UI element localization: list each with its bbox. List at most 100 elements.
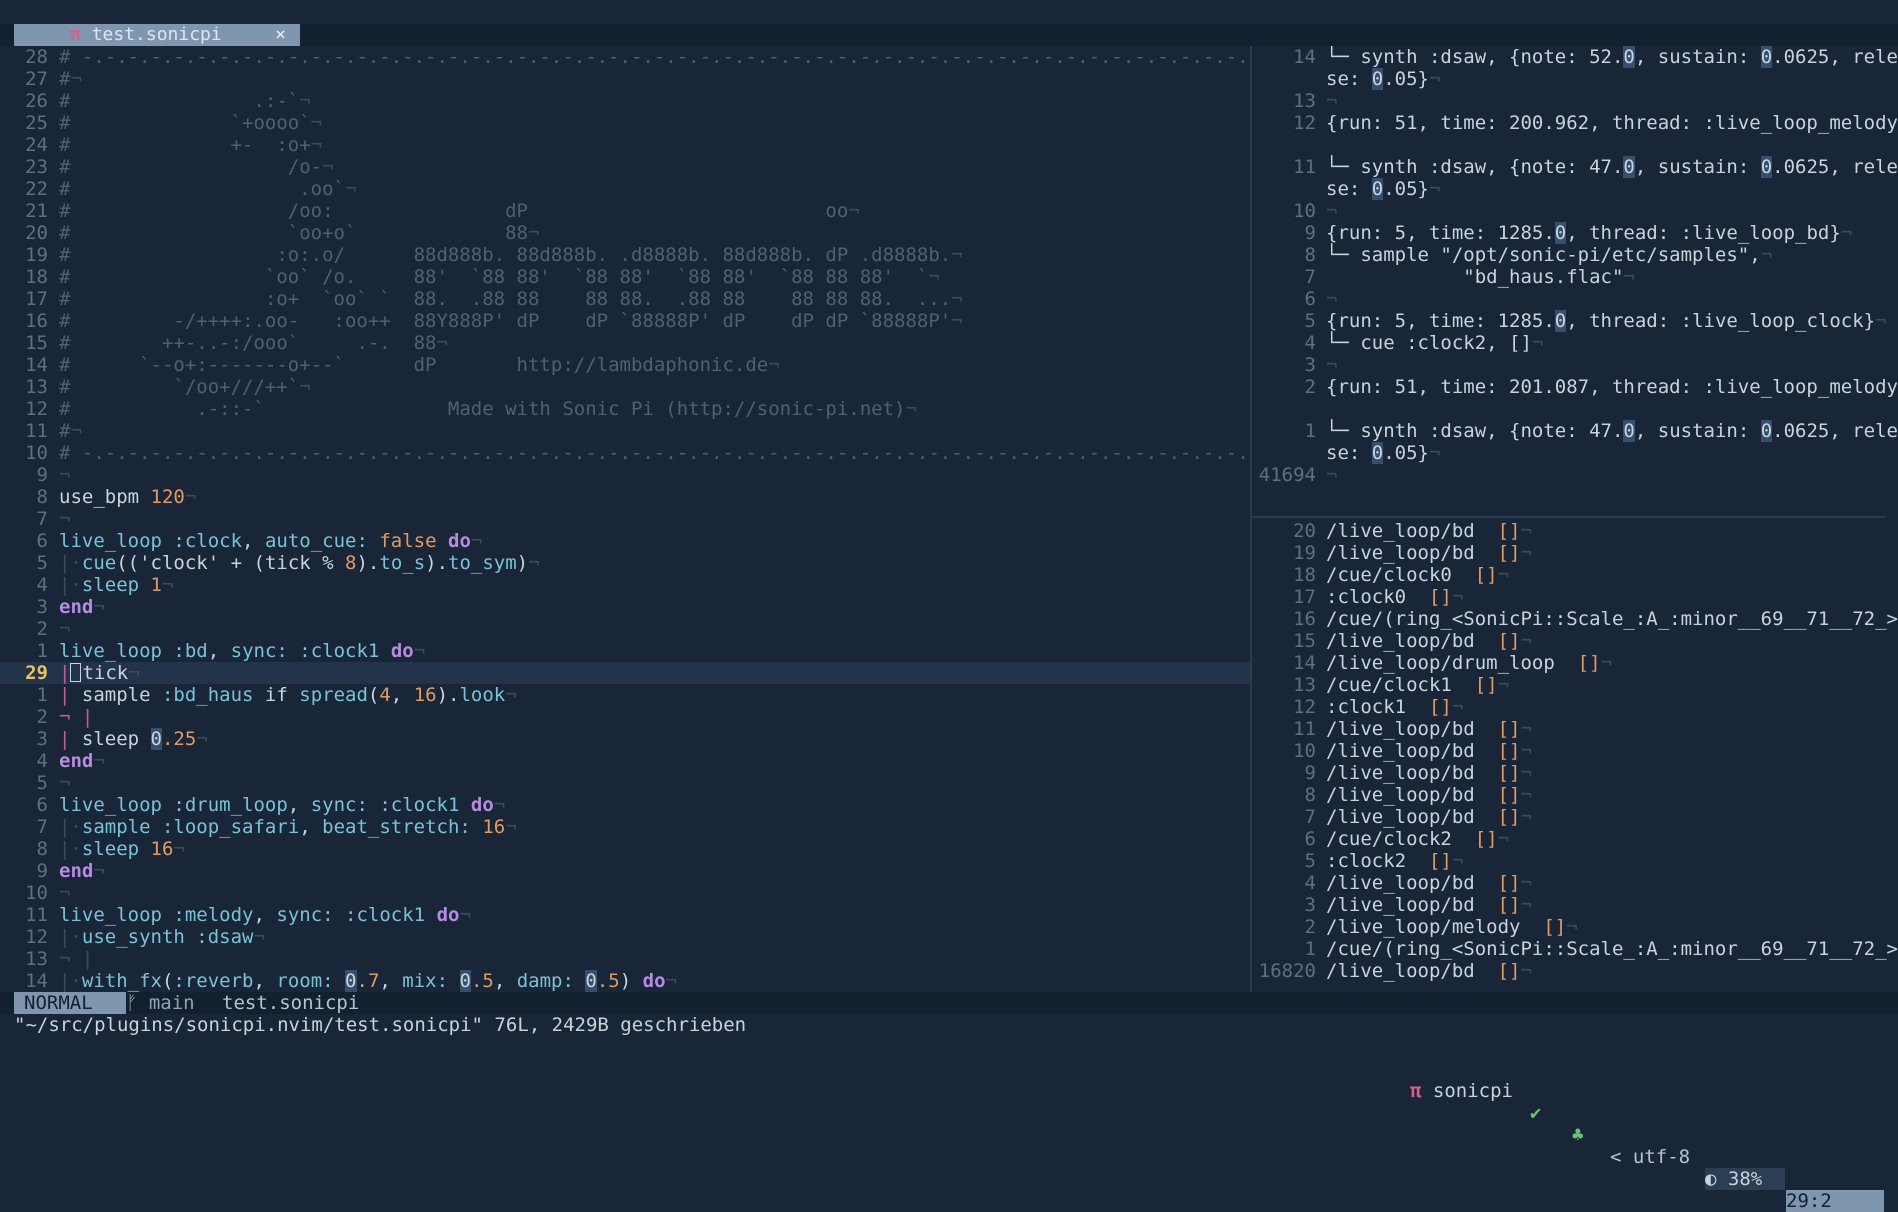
cue-line[interactable]: 14/live_loop/drum_loop []¬ [1253, 652, 1898, 674]
cue-line[interactable]: 10/live_loop/bd []¬ [1253, 740, 1898, 762]
code-line[interactable]: 13 # `/oo+///++`¬ [0, 376, 1250, 398]
code-line[interactable]: 23 # /o-¬ [0, 156, 1250, 178]
cue-line[interactable]: 15/live_loop/bd []¬ [1253, 630, 1898, 652]
log-line[interactable] [1253, 398, 1898, 420]
cue-line[interactable]: 18/cue/clock0 []¬ [1253, 564, 1898, 586]
code-line[interactable]: 3 | sleep 0.25¬ [0, 728, 1250, 750]
code-line[interactable]: 24 # +- :o+¬ [0, 134, 1250, 156]
cue-line[interactable]: 16820/live_loop/bd []¬ [1253, 960, 1898, 982]
code-line[interactable]: 16 # -/++++:.oo- :oo++ 88Y888P' dP dP `88… [0, 310, 1250, 332]
cue-line[interactable]: 5:clock2 []¬ [1253, 850, 1898, 872]
code-line[interactable]: 4 end¬ [0, 750, 1250, 772]
cue-line[interactable]: 7/live_loop/bd []¬ [1253, 806, 1898, 828]
cue-line[interactable]: 2/live_loop/melody []¬ [1253, 916, 1898, 938]
log-line[interactable]: 1 └─ synth :dsaw, {note: 47.0, sustain: 0… [1253, 420, 1898, 442]
log-line[interactable]: 41694 ¬ [1253, 464, 1898, 486]
code-editor-pane[interactable]: 28 # -.-.-.-.-.-.-.-.-.-.-.-.-.-.-.-.-.-.… [0, 46, 1250, 992]
code-line[interactable]: 6 live_loop :clock, auto_cue: false do¬ [0, 530, 1250, 552]
code-line[interactable]: 8 use_bpm 120¬ [0, 486, 1250, 508]
code-line[interactable]: 25 # `+oooo`¬ [0, 112, 1250, 134]
code-line[interactable]: 27 #¬ [0, 68, 1250, 90]
code-token: look [459, 684, 506, 706]
code-line[interactable]: 17 # :o+ `oo` ` 88. .88 88 88 88. .88 88 … [0, 288, 1250, 310]
log-line[interactable]: se: 0.05}¬ [1253, 68, 1898, 90]
code-line[interactable]: 4 |·sleep 1¬ [0, 574, 1250, 596]
close-icon[interactable]: × [275, 24, 286, 46]
code-line[interactable]: 14 # `--o+:-------o+--` dP http://lambdap… [0, 354, 1250, 376]
code-line[interactable]: 11 live_loop :melody, sync: :clock1 do¬ [0, 904, 1250, 926]
log-line[interactable]: 5 {run: 5, time: 1285.0, thread: :live_lo… [1253, 310, 1898, 332]
whitespace-marker: ¬ [1428, 442, 1441, 464]
cue-list-pane[interactable]: 20/live_loop/bd []¬ 19/live_loop/bd []¬ 18… [1253, 520, 1898, 992]
code-line[interactable]: 9 end¬ [0, 860, 1250, 882]
line-text: :clock2 []¬ [1326, 850, 1463, 872]
line-number: 13 [1293, 90, 1316, 112]
code-line[interactable]: 19 # :o:.o/ 88d888b. 88d888b. .d8888b. 88… [0, 244, 1250, 266]
code-line[interactable]: 20 # `oo+o` 88¬ [0, 222, 1250, 244]
code-line[interactable]: 10 # -.-.-.-.-.-.-.-.-.-.-.-.-.-.-.-.-.-.… [0, 442, 1250, 464]
code-line[interactable]: 2 ¬ [0, 618, 1250, 640]
code-line[interactable]: 28 # -.-.-.-.-.-.-.-.-.-.-.-.-.-.-.-.-.-.… [0, 46, 1250, 68]
log-line[interactable]: 3 ¬ [1253, 354, 1898, 376]
code-line[interactable]: 7 |·sample :loop_safari, beat_stretch: 16… [0, 816, 1250, 838]
cue-line[interactable]: 3/live_loop/bd []¬ [1253, 894, 1898, 916]
log-line[interactable]: 8 └─ sample "/opt/sonic-pi/etc/samples",¬ [1253, 244, 1898, 266]
code-line[interactable]: 9 ¬ [0, 464, 1250, 486]
vertical-split-divider[interactable] [1250, 46, 1252, 992]
horizontal-split-divider[interactable] [1253, 516, 1885, 518]
log-line[interactable]: 2 {run: 51, time: 201.087, thread: :live_… [1253, 376, 1898, 398]
code-line[interactable]: 12 # .-::-` Made with Sonic Pi (http://so… [0, 398, 1250, 420]
log-line[interactable]: 6 ¬ [1253, 288, 1898, 310]
cue-line[interactable]: 19/live_loop/bd []¬ [1253, 542, 1898, 564]
code-line[interactable]: 7 ¬ [0, 508, 1250, 530]
code-line[interactable]: 3 end¬ [0, 596, 1250, 618]
log-line[interactable]: 14 └─ synth :dsaw, {note: 52.0, sustain: … [1253, 46, 1898, 68]
log-line[interactable]: 9 {run: 5, time: 1285.0, thread: :live_lo… [1253, 222, 1898, 244]
line-number: 2 [36, 706, 48, 728]
code-line[interactable]: 13 ¬ | [0, 948, 1250, 970]
code-line[interactable]: 5 |·cue(('clock' + (tick % 8).to_s).to_sy… [0, 552, 1250, 574]
log-line[interactable]: se: 0.05}¬ [1253, 442, 1898, 464]
current-line[interactable]: 29 | tick¬ [0, 662, 1250, 684]
log-line[interactable]: 7 "bd_haus.flac"¬ [1253, 266, 1898, 288]
cue-line[interactable]: 13/cue/clock1 []¬ [1253, 674, 1898, 696]
log-line[interactable]: 11 └─ synth :dsaw, {note: 47.0, sustain: … [1253, 156, 1898, 178]
code-line[interactable]: 8 |·sleep 16¬ [0, 838, 1250, 860]
log-line[interactable]: se: 0.05}¬ [1253, 178, 1898, 200]
tab-test-sonicpi[interactable]: π test.sonicpi × [14, 24, 300, 46]
log-line[interactable]: 10 ¬ [1253, 200, 1898, 222]
code-line[interactable]: 1 live_loop :bd, sync: :clock1 do¬ [0, 640, 1250, 662]
code-line[interactable]: 26 # .:-`¬ [0, 90, 1250, 112]
cue-line[interactable]: 11/live_loop/bd []¬ [1253, 718, 1898, 740]
line-text: # .:-`¬ [59, 90, 311, 112]
log-line[interactable]: 4 └─ cue :clock2, []¬ [1253, 332, 1898, 354]
code-line[interactable]: 12 |·use_synth :dsaw¬ [0, 926, 1250, 948]
code-line[interactable]: 10 ¬ [0, 882, 1250, 904]
code-line[interactable]: 21 # /oo: dP oo¬ [0, 200, 1250, 222]
log-output-pane[interactable]: 14 └─ synth :dsaw, {note: 52.0, sustain: … [1253, 46, 1898, 516]
code-token: , sustain: [1634, 156, 1761, 178]
log-line[interactable]: 12 {run: 51, time: 200.962, thread: :live… [1253, 112, 1898, 134]
code-line[interactable]: 2 ¬ | [0, 706, 1250, 728]
code-line[interactable]: 18 # `oo` /o. 88' `88 88' `88 88' `88 88'… [0, 266, 1250, 288]
cue-line[interactable]: 6/cue/clock2 []¬ [1253, 828, 1898, 850]
log-line[interactable] [1253, 134, 1898, 156]
cue-line[interactable]: 20/live_loop/bd []¬ [1253, 520, 1898, 542]
cue-line[interactable]: 9/live_loop/bd []¬ [1253, 762, 1898, 784]
code-line[interactable]: 14 |·with_fx(:reverb, room: 0.7, mix: 0.5… [0, 970, 1250, 992]
code-line[interactable]: 1 | sample :bd_haus if spread(4, 16).look… [0, 684, 1250, 706]
cue-line[interactable]: 1/cue/(ring_<SonicPi::Scale_:A_:minor__6… [1253, 938, 1898, 960]
cue-line[interactable]: 8/live_loop/bd []¬ [1253, 784, 1898, 806]
log-line[interactable]: 13 ¬ [1253, 90, 1898, 112]
cue-line[interactable]: 17:clock0 []¬ [1253, 586, 1898, 608]
whitespace-marker: ¬ [528, 222, 540, 244]
code-line[interactable]: 22 # .oo`¬ [0, 178, 1250, 200]
code-line[interactable]: 6 live_loop :drum_loop, sync: :clock1 do¬ [0, 794, 1250, 816]
code-line[interactable]: 11 #¬ [0, 420, 1250, 442]
code-line[interactable]: 5 ¬ [0, 772, 1250, 794]
cue-line[interactable]: 16/cue/(ring_<SonicPi::Scale_:A_:minor__… [1253, 608, 1898, 630]
code-line[interactable]: 15 # ++-..-:/ooo` .-. 88¬ [0, 332, 1250, 354]
code-token: if [253, 684, 300, 706]
cue-line[interactable]: 4/live_loop/bd []¬ [1253, 872, 1898, 894]
cue-line[interactable]: 12:clock1 []¬ [1253, 696, 1898, 718]
